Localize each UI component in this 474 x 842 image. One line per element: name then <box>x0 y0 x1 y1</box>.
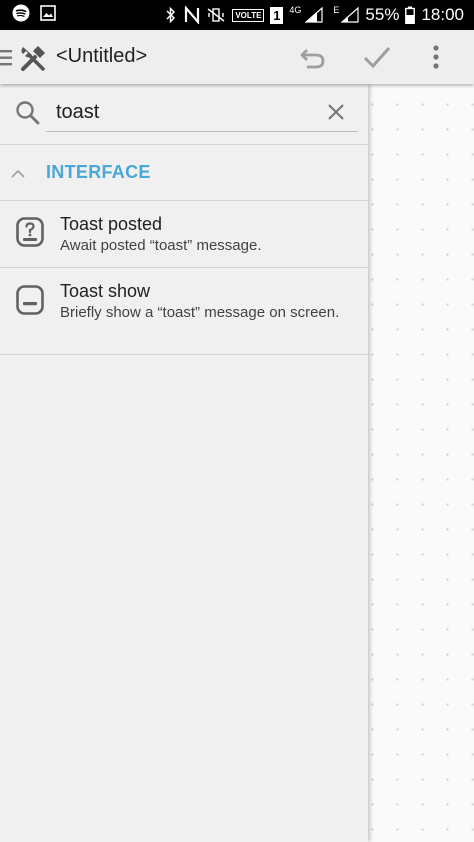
toast-question-icon <box>16 217 44 252</box>
page-title: <Untitled> <box>56 45 148 67</box>
divider <box>0 354 368 355</box>
status-bar: VOLTE 1 4G E 55% 18:00 <box>0 0 474 30</box>
section-title: INTERFACE <box>46 162 151 182</box>
nfc-icon <box>184 6 200 24</box>
signal-icon: 4G <box>289 3 327 27</box>
menu-icon[interactable] <box>0 49 12 72</box>
bluetooth-icon <box>164 6 178 24</box>
more-vert-icon[interactable] <box>430 42 442 77</box>
tools-icon[interactable] <box>18 43 48 78</box>
app-toolbar: <Untitled> <box>0 30 474 84</box>
network-4g-label: 4G <box>289 5 302 15</box>
signal-e-icon: E <box>333 3 360 27</box>
item-title: Toast posted <box>60 214 163 234</box>
vibrate-icon <box>206 6 226 24</box>
volte-icon: VOLTE <box>232 8 265 22</box>
battery-icon <box>405 6 416 24</box>
action-search-panel: INTERFACE Toast posted Await posted “toa… <box>0 84 368 842</box>
item-title: Toast show <box>60 281 151 301</box>
undo-icon[interactable] <box>298 42 328 77</box>
spotify-icon <box>12 4 30 22</box>
section-header-interface[interactable]: INTERFACE <box>0 146 368 200</box>
clear-search-icon[interactable] <box>326 102 346 127</box>
toast-show-icon <box>16 285 44 320</box>
list-item-toast-show[interactable]: Toast show Briefly show a “toast” messag… <box>0 268 368 354</box>
divider <box>0 144 368 145</box>
item-description: Await posted “toast” message. <box>60 237 262 254</box>
battery-percent: 55% <box>365 5 400 24</box>
search-icon <box>15 100 41 131</box>
check-icon[interactable] <box>361 42 393 77</box>
item-description: Briefly show a “toast” message on screen… <box>60 304 340 321</box>
gallery-icon <box>40 5 56 21</box>
sim-icon: 1 <box>270 6 284 24</box>
search-input[interactable] <box>46 94 358 132</box>
chevron-up-icon[interactable] <box>10 166 26 184</box>
network-e-label: E <box>333 5 340 15</box>
list-item-toast-posted[interactable]: Toast posted Await posted “toast” messag… <box>0 201 368 267</box>
clock: 18:00 <box>421 5 464 24</box>
